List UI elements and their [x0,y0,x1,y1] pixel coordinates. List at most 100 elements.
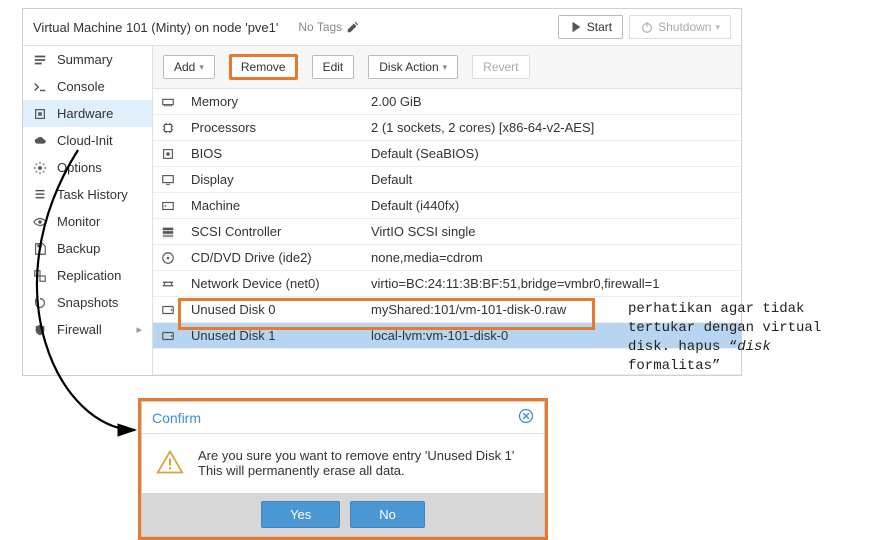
start-label: Start [587,20,612,34]
hw-key: Unused Disk 1 [183,323,363,349]
history-icon [33,296,49,310]
hw-key: BIOS [183,141,363,167]
sidebar-label: Monitor [57,214,100,229]
annotation-text: perhatikan agar tidak tertukar dengan vi… [628,300,878,376]
sidebar-label: Firewall [57,322,102,337]
annotation-line: disk. hapus “ [628,339,737,355]
annotation-line: formalitas [628,358,712,374]
play-icon [569,20,583,34]
hw-value: VirtIO SCSI single [363,219,741,245]
hw-key: Unused Disk 0 [183,297,363,323]
hw-value: virtio=BC:24:11:3B:BF:51,bridge=vmbr0,fi… [363,271,741,297]
sidebar-label: Snapshots [57,295,118,310]
hw-value: 2 (1 sockets, 2 cores) [x86-64-v2-AES] [363,115,741,141]
hw-key: Display [183,167,363,193]
sidebar: Summary Console Hardware Cloud-Init Opti… [23,46,153,375]
hw-icon [153,89,183,115]
sidebar-item-hardware[interactable]: Hardware [23,100,152,127]
gear-icon [33,161,49,175]
hw-key: Memory [183,89,363,115]
power-icon [640,20,654,34]
hw-key: CD/DVD Drive (ide2) [183,245,363,271]
hw-icon [153,141,183,167]
remove-button[interactable]: Remove [229,54,298,80]
disk-action-button[interactable]: Disk Action ▾ [368,55,458,79]
hw-icon [153,271,183,297]
chevron-down-icon: ▾ [715,22,720,33]
sidebar-item-backup[interactable]: Backup [23,235,152,262]
dialog-title: Confirm [152,410,201,426]
shutdown-button[interactable]: Shutdown ▾ [629,15,731,39]
hardware-row[interactable]: Processors2 (1 sockets, 2 cores) [x86-64… [153,115,741,141]
hw-value: Default (i440fx) [363,193,741,219]
hw-icon [153,193,183,219]
revert-label: Revert [483,60,518,74]
hardware-row[interactable]: BIOSDefault (SeaBIOS) [153,141,741,167]
sidebar-item-firewall[interactable]: Firewall ▸ [23,316,152,343]
chevron-down-icon: ▾ [199,62,204,73]
annotation-line: perhatikan agar tidak [628,301,804,317]
dialog-highlight: Confirm Are you sure you want to remove … [138,398,548,540]
yes-button[interactable]: Yes [261,501,340,528]
add-label: Add [174,60,195,74]
add-button[interactable]: Add ▾ [163,55,215,79]
sidebar-label: Backup [57,241,100,256]
sidebar-label: Replication [57,268,121,283]
shield-icon [33,323,49,337]
sidebar-label: Console [57,79,105,94]
sidebar-item-task-history[interactable]: Task History [23,181,152,208]
no-button[interactable]: No [350,501,425,528]
edit-label: Edit [323,60,344,74]
hw-value: Default [363,167,741,193]
sidebar-item-options[interactable]: Options [23,154,152,181]
hw-icon [153,297,183,323]
yes-label: Yes [290,507,311,522]
start-button[interactable]: Start [558,15,623,39]
hw-key: SCSI Controller [183,219,363,245]
console-icon [33,80,49,94]
revert-button[interactable]: Revert [472,55,529,79]
tags-area[interactable]: No Tags [298,20,360,34]
cloud-icon [33,134,49,148]
sidebar-item-monitor[interactable]: Monitor [23,208,152,235]
sidebar-label: Hardware [57,106,113,121]
hw-key: Network Device (net0) [183,271,363,297]
sidebar-item-replication[interactable]: Replication [23,262,152,289]
eye-icon [33,215,49,229]
chevron-down-icon: ▾ [443,62,448,73]
sidebar-label: Options [57,160,102,175]
hardware-row[interactable]: Network Device (net0)virtio=BC:24:11:3B:… [153,271,741,297]
edit-button[interactable]: Edit [312,55,355,79]
hw-icon [153,219,183,245]
vm-title: Virtual Machine 101 (Minty) on node 'pve… [33,20,278,35]
titlebar: Virtual Machine 101 (Minty) on node 'pve… [23,9,741,46]
close-icon[interactable] [518,408,534,427]
hardware-row[interactable]: Memory2.00 GiB [153,89,741,115]
hw-value: Default (SeaBIOS) [363,141,741,167]
annotation-line: ” [712,358,720,374]
hardware-row[interactable]: MachineDefault (i440fx) [153,193,741,219]
pencil-icon[interactable] [346,20,360,34]
hardware-row[interactable]: CD/DVD Drive (ide2)none,media=cdrom [153,245,741,271]
disk-action-label: Disk Action [379,60,438,74]
hw-value: none,media=cdrom [363,245,741,271]
replication-icon [33,269,49,283]
hardware-icon [33,107,49,121]
sidebar-item-summary[interactable]: Summary [23,46,152,73]
dialog-body: Are you sure you want to remove entry 'U… [142,434,544,493]
dialog-buttons: Yes No [142,493,544,536]
firewall-expand-icon[interactable]: ▸ [136,323,142,336]
warning-icon [156,448,184,479]
hardware-row[interactable]: SCSI ControllerVirtIO SCSI single [153,219,741,245]
summary-icon [33,53,49,67]
hw-icon [153,245,183,271]
hw-value: 2.00 GiB [363,89,741,115]
hw-icon [153,115,183,141]
sidebar-item-console[interactable]: Console [23,73,152,100]
dialog-message: Are you sure you want to remove entry 'U… [198,448,514,478]
hw-key: Machine [183,193,363,219]
hardware-toolbar: Add ▾ Remove Edit Disk Action ▾ Revert [153,46,741,89]
sidebar-item-snapshots[interactable]: Snapshots [23,289,152,316]
hardware-row[interactable]: DisplayDefault [153,167,741,193]
sidebar-item-cloud-init[interactable]: Cloud-Init [23,127,152,154]
